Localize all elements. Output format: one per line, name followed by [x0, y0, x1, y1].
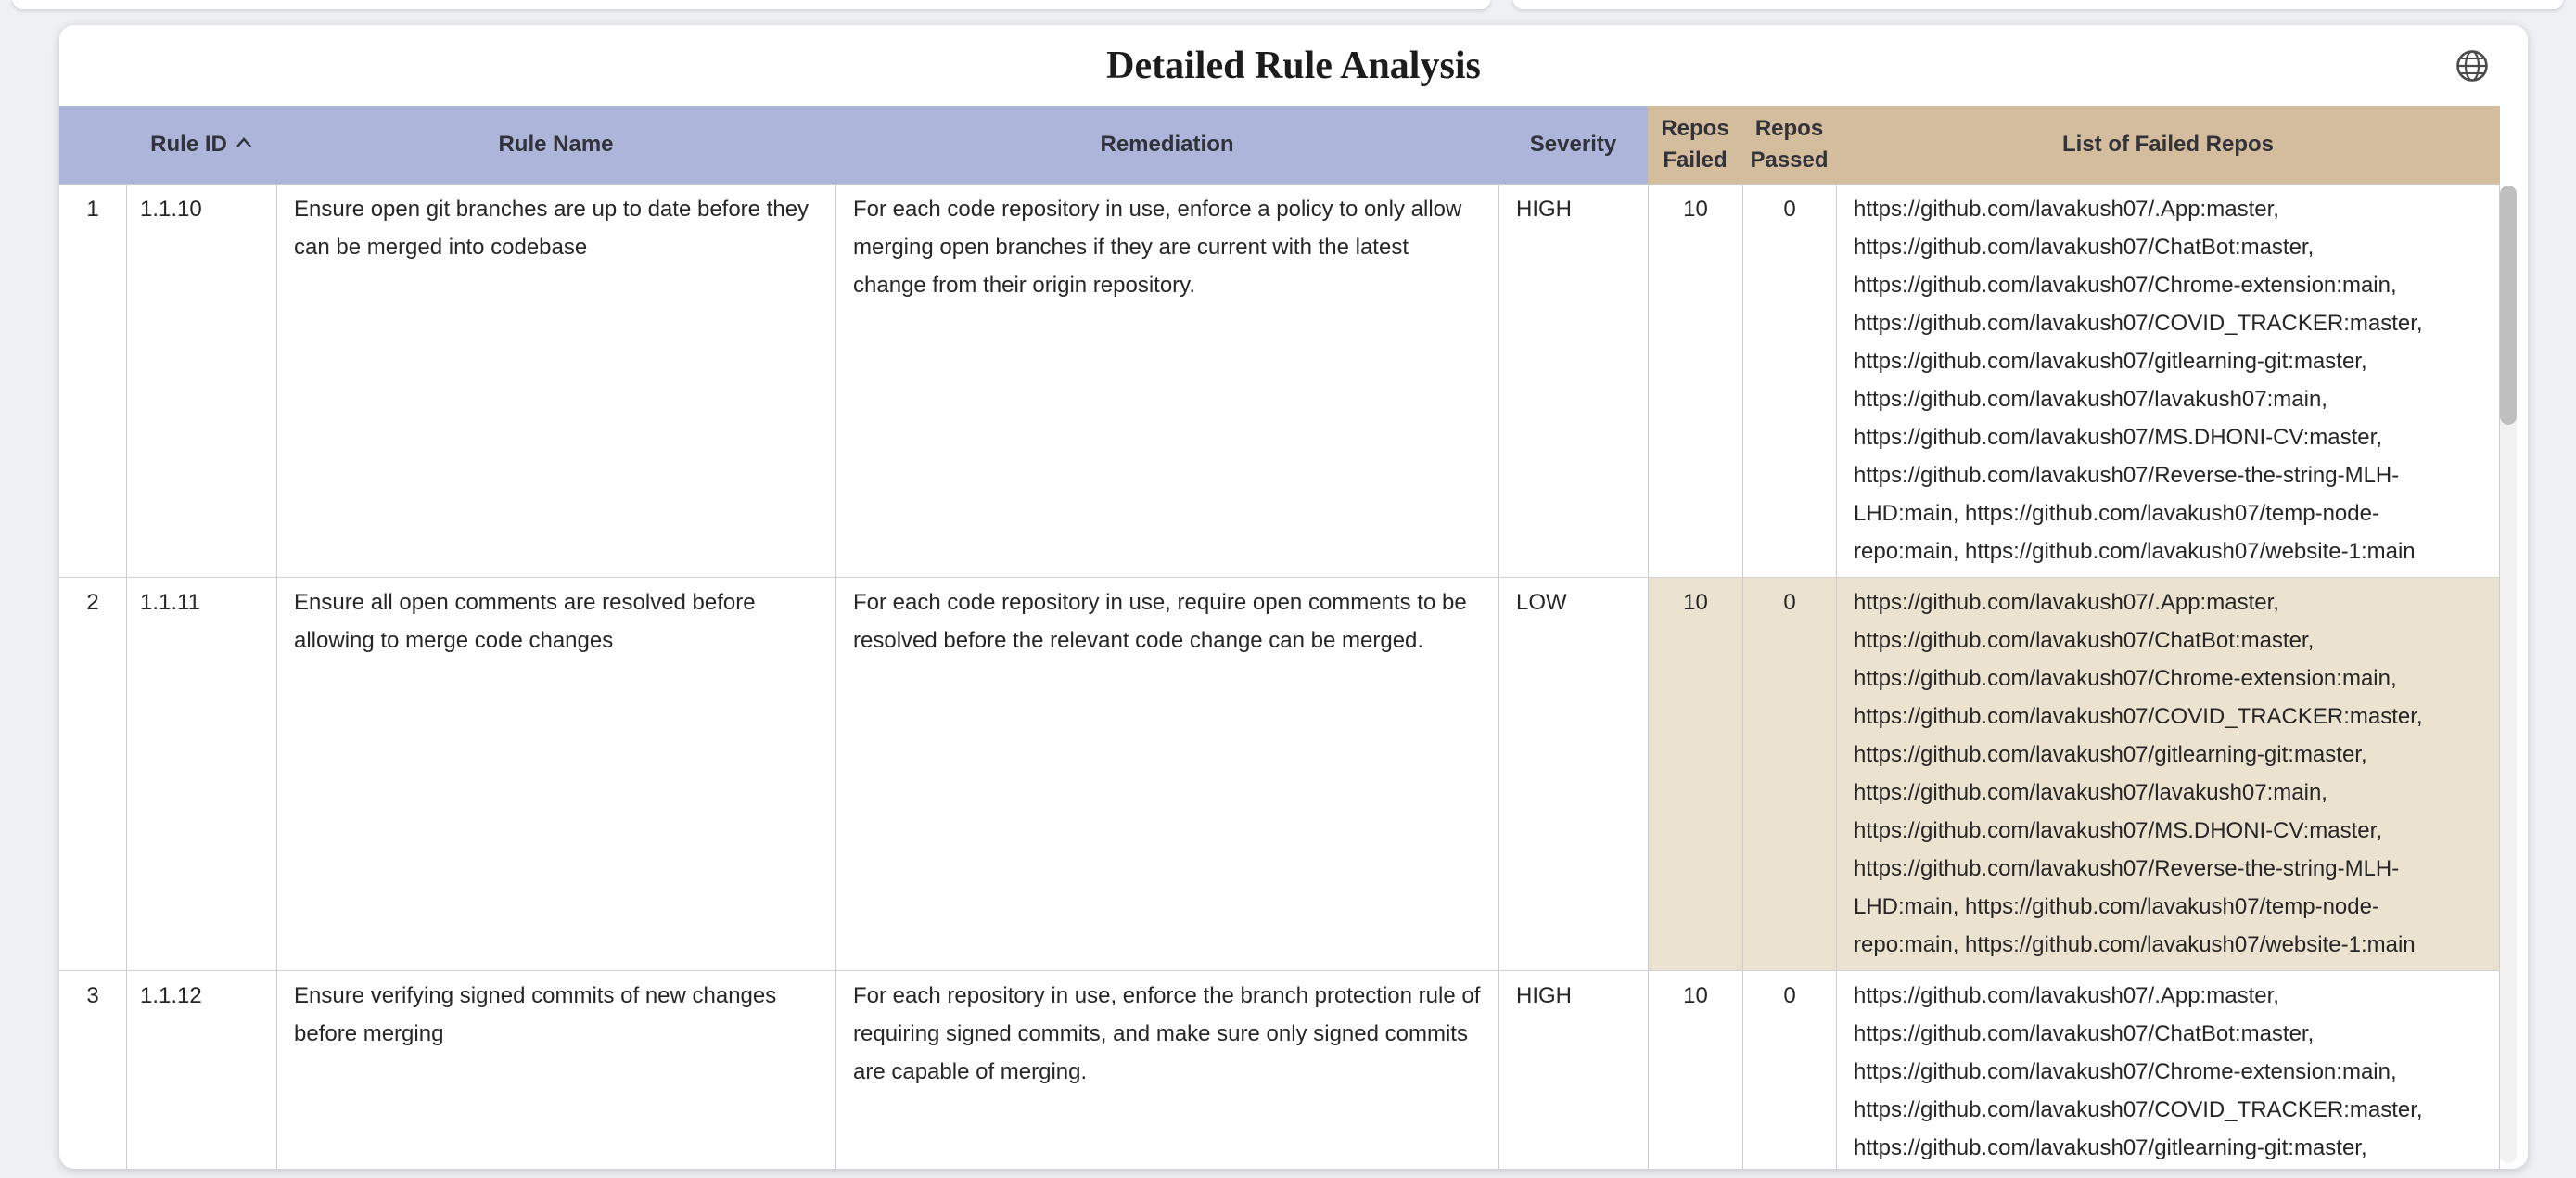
table-row: 1 1.1.10 Ensure open git branches are up…	[59, 185, 2500, 578]
page-title: Detailed Rule Analysis	[1106, 44, 1481, 88]
scrollbar-thumb[interactable]	[2500, 186, 2517, 425]
column-header-repos-passed[interactable]: Repos Passed	[1742, 106, 1836, 184]
column-header-repos-failed[interactable]: Repos Failed	[1648, 106, 1742, 184]
column-header-severity[interactable]: Severity	[1498, 106, 1648, 184]
rule-id-cell: 1.1.12	[126, 971, 276, 1169]
sort-ascending-icon	[236, 137, 252, 148]
previous-card-edge-right	[1513, 0, 2563, 9]
repos-failed-cell: 10	[1648, 185, 1742, 577]
repos-passed-cell: 0	[1742, 971, 1836, 1169]
failed-repos-cell: https://github.com/lavakush07/.App:maste…	[1836, 578, 2500, 970]
row-index-cell: 1	[59, 185, 126, 577]
table-header-row: Rule ID Rule Name Remediation Severity R…	[59, 106, 2500, 185]
failed-repos-cell: https://github.com/lavakush07/.App:maste…	[1836, 185, 2500, 577]
rule-id-cell: 1.1.10	[126, 185, 276, 577]
vertical-scrollbar[interactable]	[2500, 186, 2517, 1163]
column-header-rule-id-label: Rule ID	[150, 129, 227, 160]
column-header-rule-id[interactable]: Rule ID	[126, 106, 276, 184]
detailed-rule-analysis-card: Detailed Rule Analysis Rule ID Rule Name…	[59, 25, 2528, 1169]
remediation-cell: For each repository in use, enforce the …	[835, 971, 1498, 1169]
column-header-failed-repos[interactable]: List of Failed Repos	[1836, 106, 2500, 184]
severity-cell: HIGH	[1498, 971, 1648, 1169]
severity-cell: LOW	[1498, 578, 1648, 970]
column-header-index[interactable]	[59, 106, 126, 184]
repos-passed-cell: 0	[1742, 578, 1836, 970]
table-row: 2 1.1.11 Ensure all open comments are re…	[59, 578, 2500, 971]
row-index-cell: 2	[59, 578, 126, 970]
table-row: 3 1.1.12 Ensure verifying signed commits…	[59, 971, 2500, 1169]
card-header: Detailed Rule Analysis	[59, 25, 2528, 106]
globe-icon-glyph	[2454, 47, 2491, 84]
column-header-remediation[interactable]: Remediation	[835, 106, 1498, 184]
previous-card-edge-left	[13, 0, 1490, 9]
rule-id-cell: 1.1.11	[126, 578, 276, 970]
severity-cell: HIGH	[1498, 185, 1648, 577]
row-index-cell: 3	[59, 971, 126, 1169]
remediation-cell: For each code repository in use, require…	[835, 578, 1498, 970]
globe-icon[interactable]	[2454, 47, 2491, 84]
rule-name-cell: Ensure open git branches are up to date …	[276, 185, 835, 577]
rule-name-cell: Ensure all open comments are resolved be…	[276, 578, 835, 970]
repos-failed-cell: 10	[1648, 578, 1742, 970]
repos-passed-cell: 0	[1742, 185, 1836, 577]
failed-repos-cell: https://github.com/lavakush07/.App:maste…	[1836, 971, 2500, 1169]
repos-failed-cell: 10	[1648, 971, 1742, 1169]
remediation-cell: For each code repository in use, enforce…	[835, 185, 1498, 577]
column-header-rule-name[interactable]: Rule Name	[276, 106, 835, 184]
rule-name-cell: Ensure verifying signed commits of new c…	[276, 971, 835, 1169]
